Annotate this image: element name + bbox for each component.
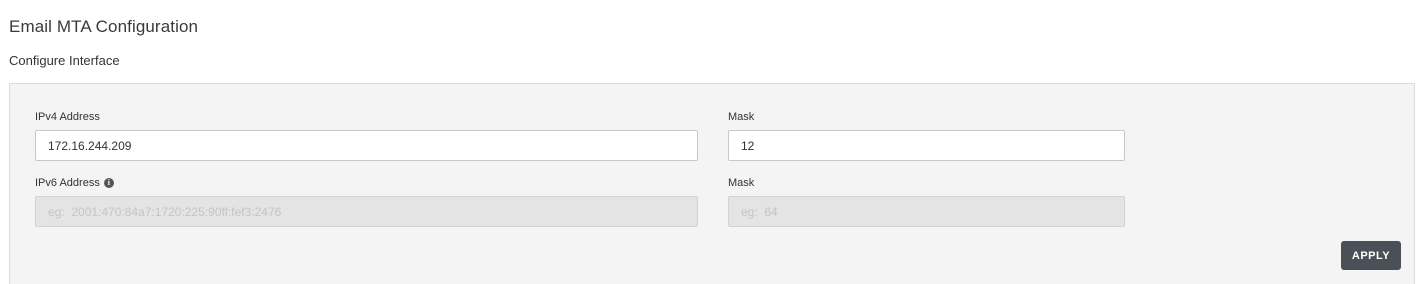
section-title: Configure Interface: [9, 53, 120, 68]
ipv4-address-input[interactable]: [35, 130, 698, 161]
page-title: Email MTA Configuration: [9, 17, 199, 36]
configure-interface-panel: IPv4 Address Mask IPv6 Address i Mask AP…: [9, 83, 1415, 284]
ipv6-address-label: IPv6 Address i: [35, 177, 114, 189]
email-mta-configuration-page: Email MTA Configuration Configure Interf…: [0, 0, 1418, 284]
ipv4-mask-label-text: Mask: [728, 111, 755, 123]
ipv4-address-label-text: IPv4 Address: [35, 111, 100, 123]
ipv4-mask-label: Mask: [728, 111, 754, 123]
ipv6-mask-input[interactable]: [728, 196, 1125, 227]
ipv6-mask-label-text: Mask: [728, 177, 755, 189]
ipv4-address-label: IPv4 Address: [35, 111, 100, 123]
ipv6-mask-label: Mask: [728, 177, 754, 189]
apply-button[interactable]: APPLY: [1341, 241, 1401, 270]
ipv6-address-input[interactable]: [35, 196, 698, 227]
ipv4-mask-input[interactable]: [728, 130, 1125, 161]
ipv6-address-label-text: IPv6 Address: [35, 177, 100, 189]
info-circle-icon[interactable]: i: [103, 178, 114, 188]
